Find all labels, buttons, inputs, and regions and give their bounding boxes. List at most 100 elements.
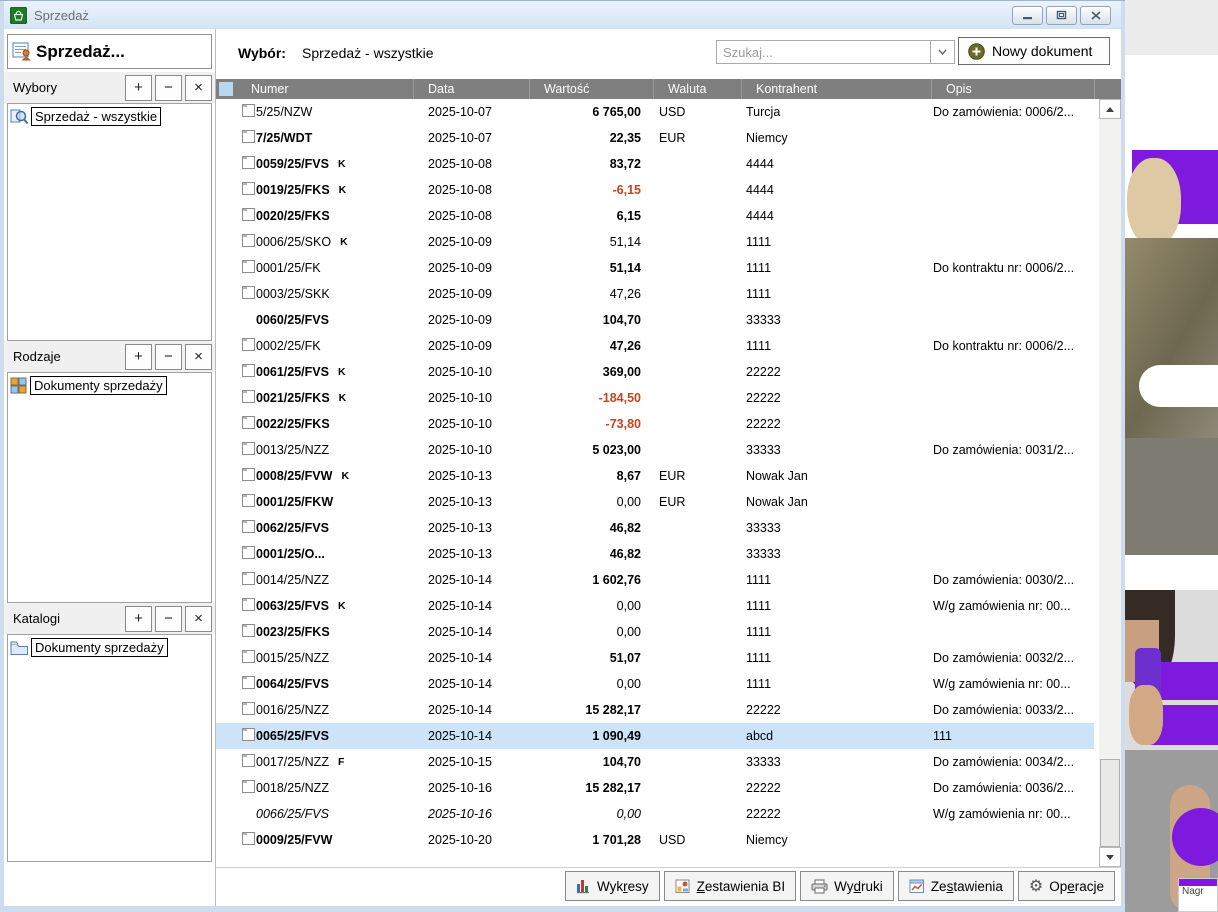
close-button[interactable] [1080, 6, 1111, 25]
cell-opis: 111 [931, 729, 1094, 743]
table-row[interactable]: 0001/25/FK2025-10-0951,141111Do kontrakt… [216, 255, 1094, 281]
toolbar-button-wydruki[interactable]: Wydruki [800, 871, 894, 901]
katalogi-add-button[interactable]: + [125, 606, 152, 632]
table-row[interactable]: 0065/25/FVS2025-10-141 090,49abcd111 [216, 723, 1094, 749]
sidebar-item-dokumenty-sprzedazy-katalog[interactable]: Dokumenty sprzedaży [8, 635, 211, 657]
table-row[interactable]: 0018/25/NZZ2025-10-1615 282,1722222Do za… [216, 775, 1094, 801]
row-checkbox[interactable] [242, 702, 255, 715]
scroll-down-button[interactable] [1099, 847, 1121, 867]
new-document-button[interactable]: Nowy dokument [958, 37, 1110, 65]
row-checkbox[interactable] [242, 182, 255, 195]
row-checkbox[interactable] [242, 832, 255, 845]
column-header-kontrahent[interactable]: Kontrahent [741, 79, 931, 99]
table-row[interactable]: 0013/25/NZZ2025-10-105 023,0033333Do zam… [216, 437, 1094, 463]
table-row[interactable]: 0023/25/FKS2025-10-140,001111 [216, 619, 1094, 645]
column-header-numer[interactable]: Numer [216, 79, 413, 99]
row-checkbox[interactable] [242, 364, 255, 377]
background-card-text: Nagr [1179, 886, 1217, 897]
table-row[interactable]: 0006/25/SKOK2025-10-0951,141111 [216, 229, 1094, 255]
select-all-checkbox[interactable] [219, 82, 233, 96]
row-checkbox[interactable] [242, 676, 255, 689]
rodzaje-add-button[interactable]: + [125, 344, 152, 370]
toolbar-button-zestawienia[interactable]: Zestawienia [898, 871, 1014, 901]
table-row[interactable]: 0001/25/O...2025-10-1346,8233333 [216, 541, 1094, 567]
row-checkbox[interactable] [242, 598, 255, 611]
row-checkbox[interactable] [242, 130, 255, 143]
table-row[interactable]: 0063/25/FVSK2025-10-140,001111W/g zamówi… [216, 593, 1094, 619]
table-row[interactable]: 0001/25/FKW2025-10-130,00EURNowak Jan [216, 489, 1094, 515]
table-row[interactable]: 0015/25/NZZ2025-10-1451,071111Do zamówie… [216, 645, 1094, 671]
table-row[interactable]: 0060/25/FVS2025-10-09104,7033333 [216, 307, 1094, 333]
column-header-wartosc[interactable]: Wartość [529, 79, 653, 99]
maximize-button[interactable] [1046, 6, 1077, 25]
toolbar-button-operacje[interactable]: ⚙Operacje [1018, 871, 1115, 901]
row-checkbox[interactable] [242, 546, 255, 559]
table-row[interactable]: 0061/25/FVSK2025-10-10369,0022222 [216, 359, 1094, 385]
row-checkbox-cell [216, 780, 256, 796]
row-checkbox[interactable] [242, 494, 255, 507]
minimize-button[interactable] [1012, 6, 1043, 25]
toolbar-button-zestawienia-bi[interactable]: Zestawienia BI [664, 871, 797, 901]
search-dropdown-button[interactable] [930, 41, 954, 63]
cell-numer: 0062/25/FVS [256, 521, 413, 535]
table-row[interactable]: 0062/25/FVS2025-10-1346,8233333 [216, 515, 1094, 541]
row-checkbox[interactable] [242, 754, 255, 767]
table-row[interactable]: 0016/25/NZZ2025-10-1415 282,1722222Do za… [216, 697, 1094, 723]
row-checkbox[interactable] [242, 208, 255, 221]
katalogi-remove-button[interactable]: − [155, 606, 182, 632]
table-row[interactable]: 0002/25/FK2025-10-0947,261111Do kontrakt… [216, 333, 1094, 359]
row-checkbox[interactable] [242, 624, 255, 637]
table-row[interactable]: 0014/25/NZZ2025-10-141 602,761111Do zamó… [216, 567, 1094, 593]
cell-kontrahent: 1111 [741, 677, 931, 691]
table-row[interactable]: 0021/25/FKSK2025-10-10-184,5022222 [216, 385, 1094, 411]
toolbar-button-wykresy[interactable]: Wykresy [565, 871, 660, 901]
row-checkbox[interactable] [242, 728, 255, 741]
scroll-up-button[interactable] [1099, 99, 1121, 119]
column-header-waluta[interactable]: Waluta [653, 79, 741, 99]
row-checkbox[interactable] [242, 286, 255, 299]
row-checkbox[interactable] [242, 468, 255, 481]
background-webpage: Nagr [1125, 0, 1218, 912]
cell-data: 2025-10-13 [413, 521, 529, 535]
wybory-add-button[interactable]: + [125, 75, 152, 101]
column-header-opis[interactable]: Opis [931, 79, 1094, 99]
table-row[interactable]: 0064/25/FVS2025-10-140,001111W/g zamówie… [216, 671, 1094, 697]
row-checkbox[interactable] [242, 104, 255, 117]
table-row[interactable]: 0008/25/FVWK2025-10-138,67EURNowak Jan [216, 463, 1094, 489]
row-checkbox[interactable] [242, 234, 255, 247]
scrollbar-thumb[interactable] [1100, 759, 1120, 847]
window-controls [1012, 6, 1117, 25]
rodzaje-remove-button[interactable]: − [155, 344, 182, 370]
cell-wartosc: 0,00 [529, 599, 653, 613]
table-row[interactable]: 0019/25/FKSK2025-10-08-6,154444 [216, 177, 1094, 203]
table-row[interactable]: 5/25/NZW2025-10-076 765,00USDTurcjaDo za… [216, 99, 1094, 125]
rodzaje-close-button[interactable]: × [185, 344, 212, 370]
row-checkbox[interactable] [242, 416, 255, 429]
sidebar-item-dokumenty-sprzedazy[interactable]: Dokumenty sprzedaży [8, 373, 211, 395]
table-row[interactable]: 0059/25/FVSK2025-10-0883,724444 [216, 151, 1094, 177]
table-row[interactable]: 7/25/WDT2025-10-0722,35EURNiemcy [216, 125, 1094, 151]
katalogi-close-button[interactable]: × [185, 606, 212, 632]
row-checkbox[interactable] [242, 780, 255, 793]
table-row[interactable]: 0022/25/FKS2025-10-10-73,8022222 [216, 411, 1094, 437]
sidebar-item-sprzedaz-wszystkie[interactable]: Sprzedaż - wszystkie [8, 104, 211, 126]
vertical-scrollbar[interactable] [1099, 99, 1121, 867]
row-checkbox[interactable] [242, 156, 255, 169]
table-row[interactable]: 0020/25/FKS2025-10-086,154444 [216, 203, 1094, 229]
wybory-remove-button[interactable]: − [155, 75, 182, 101]
row-checkbox[interactable] [242, 572, 255, 585]
table-bottom-border [216, 867, 1121, 868]
table-row[interactable]: 0009/25/FVW2025-10-201 701,28USDNiemcy [216, 827, 1094, 853]
row-checkbox[interactable] [242, 338, 255, 351]
column-header-data[interactable]: Data [413, 79, 529, 99]
row-checkbox[interactable] [242, 520, 255, 533]
row-checkbox[interactable] [242, 390, 255, 403]
table-row[interactable]: 0066/25/FVS2025-10-160,0022222W/g zamówi… [216, 801, 1094, 827]
search-input[interactable]: Szukaj... [716, 40, 955, 64]
row-checkbox[interactable] [242, 442, 255, 455]
table-row[interactable]: 0017/25/NZZF2025-10-15104,7033333Do zamó… [216, 749, 1094, 775]
row-checkbox[interactable] [242, 650, 255, 663]
table-row[interactable]: 0003/25/SKK2025-10-0947,261111 [216, 281, 1094, 307]
row-checkbox[interactable] [242, 260, 255, 273]
wybory-close-button[interactable]: × [185, 75, 212, 101]
